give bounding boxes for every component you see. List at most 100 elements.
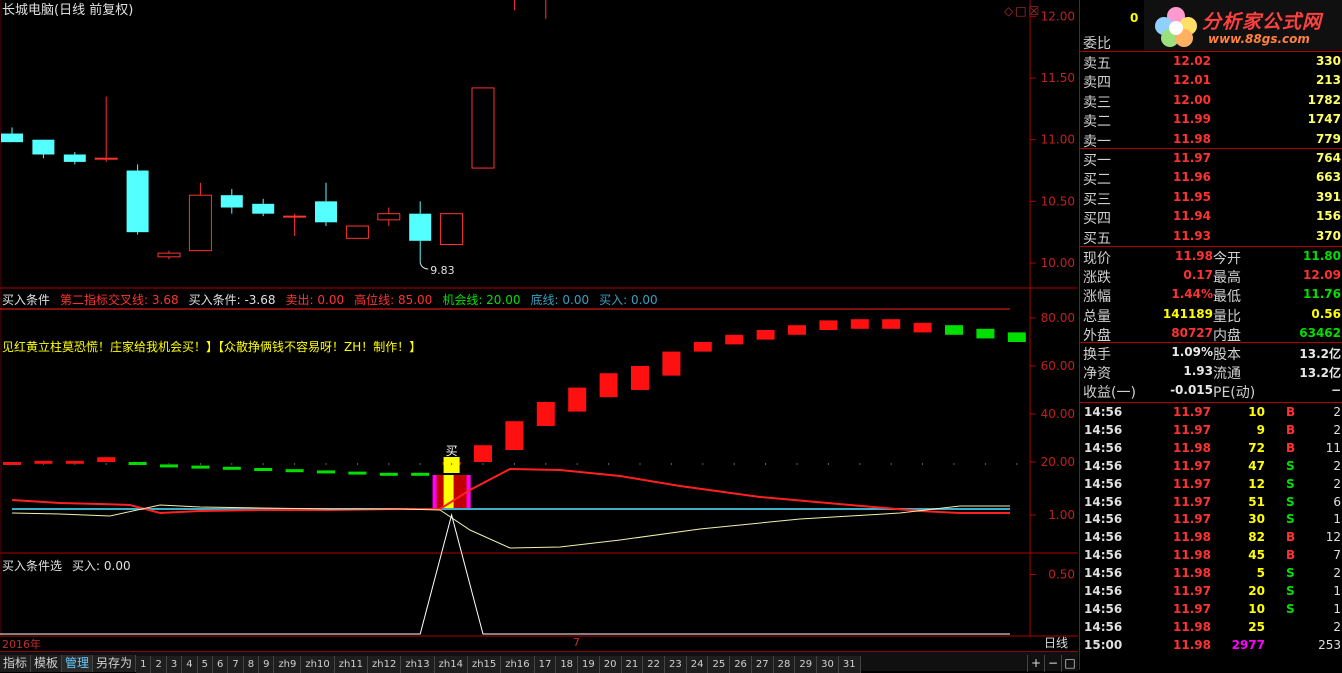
toolbar-button[interactable]: 管理 [62,655,94,672]
indicator-tab[interactable]: 22 [643,656,665,673]
tick-count: 12 [1325,530,1341,545]
tick-row[interactable]: 14:56 11.97 51 S 6 [1080,493,1342,511]
signal-line [0,513,1010,635]
tick-price: 11.98 [1173,530,1211,545]
bid-row[interactable]: 买四 11.94 156 [1080,207,1342,227]
indicator-tab[interactable]: 29 [795,656,818,673]
tick-side: S [1286,566,1295,581]
candlestick [220,189,243,214]
tick-row[interactable]: 14:56 11.97 9 B 2 [1080,421,1342,439]
tick-row[interactable]: 14:56 11.97 47 S 2 [1080,457,1342,475]
indicator-tab[interactable]: 28 [773,656,796,673]
indicator-bar [662,351,681,376]
indicator-tab[interactable]: 7 [228,656,244,673]
bid-row[interactable]: 买五 11.93 370 [1080,227,1342,247]
indicator-tab[interactable]: zh11 [334,656,369,673]
indicator-tab[interactable]: 4 [182,656,198,673]
ask-row[interactable]: 卖四 12.01 213 [1080,71,1342,91]
indicator-tab[interactable]: 21 [621,656,644,673]
indicator-tab[interactable]: 3 [166,656,183,673]
tick-count: 6 [1333,494,1341,509]
indicator-tick-label: 80.00 [1041,311,1075,325]
indicator-tab[interactable]: 18 [556,656,579,673]
tick-row[interactable]: 14:56 11.98 5 S 2 [1080,564,1342,582]
indicator-tab[interactable]: 31 [838,656,861,673]
indicator-tab[interactable]: 20 [599,656,622,673]
period-button[interactable]: 日线 [1034,636,1078,650]
indicator-tab[interactable]: 1 [136,656,152,673]
indicator-tab[interactable]: 26 [730,656,752,673]
indicator-tab[interactable]: 17 [534,656,557,673]
indicator-banner: 见红黄立柱莫恐慌！庄家给我机会买！】【众散挣俩钱不容易呀！ZH！制作！】 [2,340,422,354]
zoom-out-icon[interactable]: − [1044,655,1061,672]
indicator-tab[interactable]: zh16 [501,656,535,673]
ask-row[interactable]: 卖三 12.00 1782 [1080,91,1342,111]
signal-tick-label: 0.50 [1048,568,1075,582]
stat-label: 今开 [1213,251,1241,267]
bid-row[interactable]: 买三 11.95 391 [1080,188,1342,208]
candlestick [513,0,515,11]
signal-layer: 1.00 0.50 [0,508,1075,635]
tick-row[interactable]: 14:56 11.97 12 S 2 [1080,475,1342,493]
window-icon[interactable]: □ [1061,655,1078,672]
indicator-tab[interactable]: 25 [708,656,731,673]
indicator-bar [191,465,210,469]
bottom-toolbar: 指标 模板 管理 另存为 1 2 3 4 5 6 7 8 9 zh9 zh10 zh11 zh12 zh13 zh1… [0,651,1078,673]
candle-body [345,225,369,239]
bid-row[interactable]: 买二 11.96 663 [1080,168,1342,188]
chart-area[interactable]: 13.889.83 13.5013.0012.5012.0011.5011.00… [0,0,1078,673]
chart-canvas[interactable]: 13.889.83 13.5013.0012.5012.0011.5011.00… [0,0,1078,651]
indicator-tab[interactable]: 6 [212,656,229,673]
indicator-bar [97,457,116,462]
indicator-tab[interactable]: 23 [664,656,687,673]
tick-row[interactable]: 15:00 11.98 2977 253 [1080,636,1342,654]
book-price: 12.02 [1173,54,1211,68]
tick-row[interactable]: 14:56 11.98 72 B 11 [1080,439,1342,457]
ask-row[interactable]: 卖五 12.02 330 [1080,52,1342,72]
indicator-tab[interactable]: 5 [197,656,213,673]
tick-row[interactable]: 14:56 11.97 20 S 1 [1080,582,1342,600]
indicator-tab[interactable]: 8 [243,656,260,673]
tick-row[interactable]: 14:56 11.97 10 S 1 [1080,600,1342,618]
toolbar-button[interactable]: 指标 [0,655,32,672]
white-indicator-line [11,504,1010,549]
book-volume: 370 [1315,228,1341,243]
indicator-tab[interactable]: zh10 [301,656,335,673]
date-year-label: 2016年 [2,638,41,651]
indicator-tab[interactable]: 19 [578,656,600,673]
ask-row[interactable]: 卖一 11.98 779 [1080,130,1342,150]
tick-side: B [1286,422,1296,437]
tick-row[interactable]: 14:56 11.97 10 B 2 [1080,403,1342,421]
indicator-tab[interactable]: 27 [751,656,774,673]
book-price: 12.01 [1173,73,1211,88]
bid-row[interactable]: 买一 11.97 764 [1080,149,1342,169]
candlestick [345,225,369,239]
window-controls-icon[interactable]: ◇□☒ [1004,4,1041,18]
tick-volume: 25 [1248,619,1265,634]
chart-title: 长城电脑(日线 前复权) [2,3,134,18]
zoom-in-icon[interactable]: + [1027,655,1044,672]
ask-row[interactable]: 卖二 11.99 1747 [1080,110,1342,130]
tick-row[interactable]: 14:56 11.98 82 B 12 [1080,528,1342,546]
candlestick [471,87,495,169]
tick-row[interactable]: 14:56 11.97 30 S 1 [1080,510,1342,528]
indicator-tab[interactable]: 9 [259,656,275,673]
tick-row[interactable]: 14:56 11.98 45 B 7 [1080,546,1342,564]
indicator-tab[interactable]: zh14 [434,656,468,673]
low-price-label: 9.83 [430,264,455,277]
indicator-tab[interactable]: 24 [686,656,709,673]
toolbar-button[interactable]: 另存为 [93,655,137,672]
indicator-tab[interactable]: zh12 [368,656,402,673]
stat-label: 流通 [1213,366,1241,383]
tick-row[interactable]: 14:56 11.98 25 2 [1080,618,1342,636]
indicator-tab[interactable]: zh13 [401,656,435,673]
indicator-tab[interactable]: 2 [151,656,167,673]
indicator-tab[interactable]: zh9 [274,656,302,673]
indicator-bar [976,328,995,339]
indicator-tab[interactable]: 30 [817,656,839,673]
indicator-tab[interactable]: zh15 [467,656,502,673]
indicator-bar [725,334,744,345]
indicator-bar [788,325,806,335]
candle-body [471,87,495,169]
toolbar-button[interactable]: 模板 [31,655,63,672]
